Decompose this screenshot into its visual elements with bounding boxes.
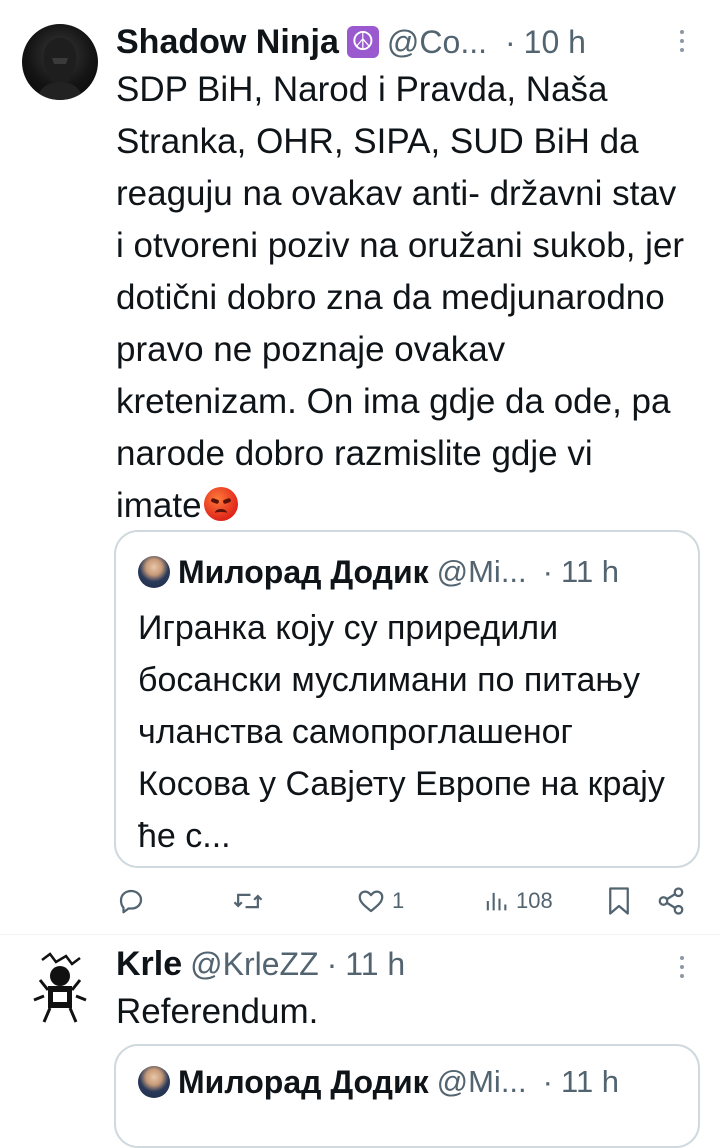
quoted-tweet-text: Игранка коју су приредили босански мусли… [138,609,665,855]
quoted-tweet-header: Милорад Додик @Mi... · 11 h [138,1060,619,1104]
quoted-timestamp: 11 h [561,1064,620,1099]
more-options-icon[interactable] [680,956,684,978]
quoted-handle: @Mi... [436,554,527,589]
separator: · [326,945,338,982]
share-button[interactable] [656,886,686,916]
quoted-display-name: Милорад Додик [178,553,429,590]
reply-button[interactable] [116,886,152,916]
reply-icon [119,889,143,914]
avatar-ninja-silhouette [36,38,84,100]
quoted-avatar [138,556,170,588]
views-button[interactable]: 108 [482,886,553,916]
quoted-timestamp: 11 h [561,554,620,589]
retweet-button[interactable] [232,886,270,916]
separator: · [542,554,553,589]
more-options-icon[interactable] [680,30,684,52]
display-name[interactable]: Krle [116,945,182,984]
peace-badge-icon: ☮ [346,26,379,58]
quoted-tweet-card[interactable]: Милорад Додик @Mi... · 11 h [114,1044,700,1148]
timestamp[interactable]: 10 h [524,24,586,61]
quoted-avatar [138,1066,170,1098]
tweet-divider [0,934,720,935]
handle[interactable]: @KrleZZ [190,946,318,983]
like-count: 1 [392,888,405,913]
tweet-header: Krle @KrleZZ · 11 h [116,942,405,986]
quoted-handle: @Mi... [436,1064,527,1099]
quoted-display-name: Милорад Додик [178,1063,429,1100]
views-icon [486,892,507,911]
tweet-text: Referendum. [116,992,319,1031]
tweet-text-content: SDP BiH, Narod i Pravda, Naša Stranka, O… [116,70,685,525]
quoted-tweet-card[interactable]: Милорад Додик @Mi... · 11 h Игранка коју… [114,530,700,868]
avatar[interactable] [22,24,98,100]
display-name[interactable]: Shadow Ninja [116,23,339,62]
like-button[interactable]: 1 [356,886,404,916]
avatar-sketch-figure [33,952,87,1023]
separator: · [504,23,516,60]
quoted-tweet-header: Милорад Додик @Mi... · 11 h [138,550,619,594]
bookmark-icon [609,887,629,915]
tweet-text: SDP BiH, Narod i Pravda, Naša Stranka, O… [116,64,686,532]
heart-icon [358,890,384,913]
retweet-icon [233,893,263,909]
tweet-header: Shadow Ninja ☮ @Co... · 10 h [116,20,586,64]
avatar[interactable] [22,950,98,1026]
bookmark-button[interactable] [606,886,632,916]
timestamp[interactable]: 11 h [345,946,405,983]
handle[interactable]: @Co... [387,24,487,61]
separator: · [542,1064,553,1099]
views-count: 108 [516,888,553,913]
share-icon [658,887,684,915]
angry-face-icon [203,487,238,521]
